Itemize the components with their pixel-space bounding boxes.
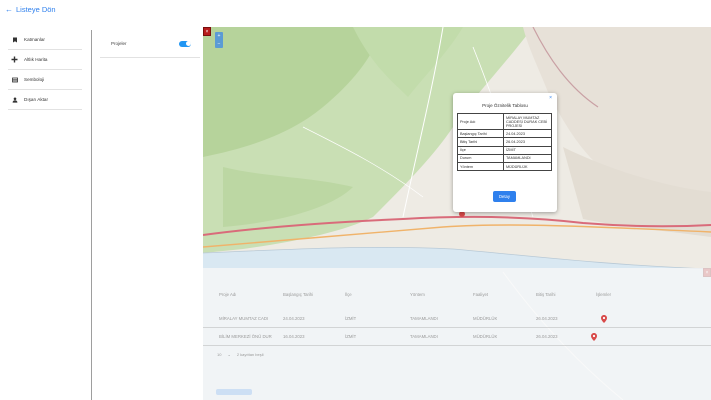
attr-value: MİRALAY MUMTAZ CADDESİ DURAK CEBİ PROJES… — [503, 112, 552, 131]
attr-key: Başlangıç Tarihi — [457, 129, 504, 139]
sidebar-item-label: Dışarı Aktar — [24, 97, 48, 102]
cell-district: İZMİT — [345, 334, 357, 339]
sidebar-item-basemap[interactable]: Altlık Harita — [8, 50, 82, 70]
table-header: Proje Adı Başlangıç Tarihi İlçe Yöntem F… — [203, 292, 711, 302]
cell-district: İZMİT — [345, 316, 357, 321]
back-to-list-link[interactable]: ← Listeye Dön — [5, 5, 56, 14]
cell-project-name: MİRALAY MUMTAZ CADI — [219, 316, 269, 321]
attr-value: İZMİT — [503, 145, 552, 155]
attr-key: İlçe — [457, 145, 504, 155]
chevron-down-icon: ⌄ — [227, 352, 231, 357]
zoom-in-button[interactable]: + — [218, 33, 221, 39]
attr-key: Proje Adı — [457, 112, 504, 131]
pagination: 10 ⌄ 2 kayıttan beşli — [217, 352, 264, 357]
cell-method: TAMAMLANDI — [410, 334, 438, 339]
table-row: Başlangıç Tarihi 24.04.2023 — [457, 129, 552, 139]
cell-activity: MÜDÜRLÜK — [473, 334, 498, 339]
page-size-select[interactable]: 10 — [217, 352, 221, 357]
column-header[interactable]: Başlangıç Tarihi — [283, 292, 313, 297]
attr-value: MÜDÜRLÜK — [503, 161, 552, 172]
cell-end-date: 26.04.2023 — [536, 334, 558, 339]
zoom-control: + − — [215, 32, 223, 48]
map-plus-icon — [11, 56, 18, 63]
sidebar: Katmanlar Altlık Harita Semboloji Dışarı… — [0, 30, 92, 400]
sidebar-item-label: Semboloji — [24, 77, 45, 82]
sidebar-item-label: Katmanlar — [24, 37, 45, 42]
table-row: Bitiş Tarihi 26.04.2023 — [457, 137, 552, 147]
sidebar-item-export[interactable]: Dışarı Aktar — [8, 90, 82, 110]
attr-value: 24.04.2023 — [503, 129, 552, 139]
arrow-left-icon: ← — [5, 4, 13, 14]
column-header[interactable]: Bitiş Tarihi — [536, 292, 556, 297]
sidebar-item-symbology[interactable]: Semboloji — [8, 70, 82, 90]
table-row: İlçe İZMİT — [457, 145, 552, 155]
record-count: 2 kayıttan beşli — [236, 352, 264, 357]
popup-title: Proje Öznitelik Tablosu — [482, 103, 528, 108]
sidebar-item-layers[interactable]: Katmanlar — [8, 30, 82, 50]
close-icon: × — [205, 28, 209, 35]
map-pin-icon[interactable] — [601, 315, 607, 323]
table-row: Durum TAMAMLANDI — [457, 153, 552, 163]
table-row[interactable]: MİRALAY MUMTAZ CADI 24.04.2023 İZMİT TAM… — [203, 310, 711, 328]
project-list-panel: Proje Adı Başlangıç Tarihi İlçe Yöntem F… — [203, 268, 711, 400]
map-left-close-button[interactable]: × — [203, 27, 211, 36]
export-icon — [11, 96, 18, 103]
list-icon — [11, 76, 18, 83]
table-action-button[interactable] — [216, 389, 252, 395]
zoom-out-button[interactable]: − — [218, 41, 221, 47]
map-pin-icon[interactable] — [591, 333, 597, 341]
sidebar-item-label: Altlık Harita — [24, 57, 48, 62]
attribute-popup: × Proje Öznitelik Tablosu Proje Adı MİRAL… — [453, 93, 557, 212]
detail-button[interactable]: Detay — [493, 191, 516, 202]
column-header[interactable]: Faaliyet — [473, 292, 488, 297]
attr-key: Bitiş Tarihi — [457, 137, 504, 147]
column-header[interactable]: Proje Adı — [219, 292, 236, 297]
attr-value: TAMAMLANDI — [503, 153, 552, 163]
page: ← Listeye Dön Katmanlar Altlık Harita Se… — [0, 0, 711, 400]
layer-toggle-switch[interactable] — [179, 40, 191, 47]
cell-start-date: 16.04.2023 — [283, 334, 305, 339]
cell-method: TAMAMLANDI — [410, 316, 438, 321]
attr-key: Durum — [457, 153, 504, 163]
popup-close-icon[interactable]: × — [549, 95, 552, 101]
table-row: Proje Adı MİRALAY MUMTAZ CADDESİ DURAK CE… — [457, 112, 552, 131]
table-row: Yöntem MÜDÜRLÜK — [457, 161, 552, 172]
column-header[interactable]: Yöntem — [410, 292, 425, 297]
table-row[interactable]: BİLİM MERKEZİ ÖNÜ DUR 16.04.2023 İZMİT T… — [203, 328, 711, 346]
attr-value: 26.04.2023 — [503, 137, 552, 147]
layer-label: Projeler — [111, 41, 127, 46]
column-header[interactable]: İlçe — [345, 292, 352, 297]
column-header: İşlemler — [596, 292, 612, 297]
attribute-table: Proje Adı MİRALAY MUMTAZ CADDESİ DURAK CE… — [457, 112, 552, 172]
layer-toggle-row: Projeler — [100, 30, 200, 58]
cell-start-date: 24.04.2023 — [283, 316, 305, 321]
cell-activity: MÜDÜRLÜK — [473, 316, 498, 321]
cell-end-date: 26.04.2023 — [536, 316, 558, 321]
cell-project-name: BİLİM MERKEZİ ÖNÜ DUR — [219, 334, 272, 339]
layers-icon — [11, 36, 18, 43]
attr-key: Yöntem — [457, 161, 504, 172]
back-label: Listeye Dön — [16, 5, 56, 14]
